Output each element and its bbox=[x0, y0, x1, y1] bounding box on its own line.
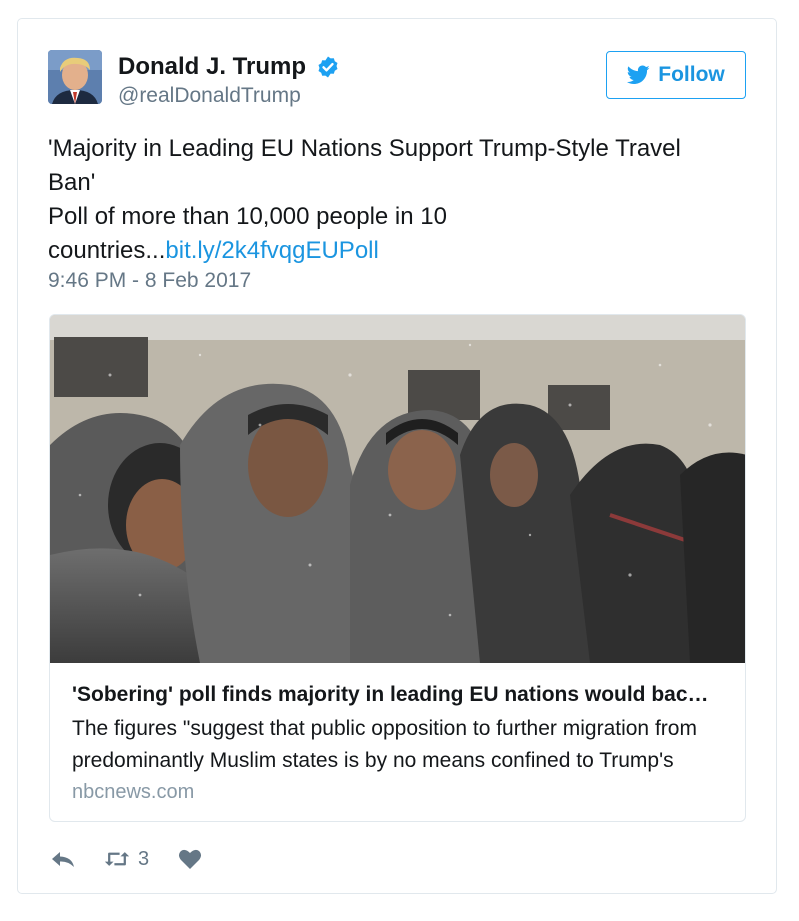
like-button[interactable] bbox=[177, 848, 203, 870]
retweet-button[interactable]: 3 bbox=[104, 848, 149, 871]
avatar[interactable] bbox=[48, 50, 102, 104]
tweet-actions: 3 bbox=[50, 845, 231, 873]
tweet-header: Donald J. Trump @realDonaldTrump Follow bbox=[48, 50, 746, 108]
heart-icon bbox=[179, 849, 202, 869]
display-name[interactable]: Donald J. Trump bbox=[118, 53, 306, 81]
tweet-card: Donald J. Trump @realDonaldTrump Follow … bbox=[17, 18, 777, 894]
avatar-portrait-icon bbox=[48, 50, 102, 104]
follow-label: Follow bbox=[658, 63, 725, 86]
link-card[interactable]: 'Sobering' poll finds majority in leadin… bbox=[49, 314, 746, 822]
reply-button[interactable] bbox=[50, 848, 76, 870]
card-domain: nbcnews.com bbox=[72, 781, 195, 803]
retweet-icon bbox=[104, 852, 130, 866]
tweet-line-2: Poll of more than 10,000 people in 10 co… bbox=[48, 200, 728, 268]
card-title[interactable]: 'Sobering' poll finds majority in leadin… bbox=[72, 683, 732, 707]
follow-button[interactable]: Follow bbox=[606, 51, 746, 99]
screen-name[interactable]: @realDonaldTrump bbox=[118, 84, 340, 108]
card-description: The figures "suggest that public opposit… bbox=[72, 717, 697, 772]
twitter-bird-icon bbox=[627, 65, 650, 85]
tweet-timestamp[interactable]: 9:46 PM - 8 Feb 2017 bbox=[48, 269, 251, 293]
tweet-line-1: 'Majority in Leading EU Nations Support … bbox=[48, 135, 681, 196]
tweet-link[interactable]: bit.ly/2k4fvqgEUPoll bbox=[165, 237, 378, 264]
reply-icon bbox=[52, 852, 74, 867]
verified-badge-icon bbox=[316, 55, 340, 79]
name-block: Donald J. Trump @realDonaldTrump bbox=[118, 53, 340, 108]
tweet-text: 'Majority in Leading EU Nations Support … bbox=[48, 132, 728, 268]
retweet-count: 3 bbox=[138, 847, 150, 870]
card-photo bbox=[50, 315, 745, 663]
